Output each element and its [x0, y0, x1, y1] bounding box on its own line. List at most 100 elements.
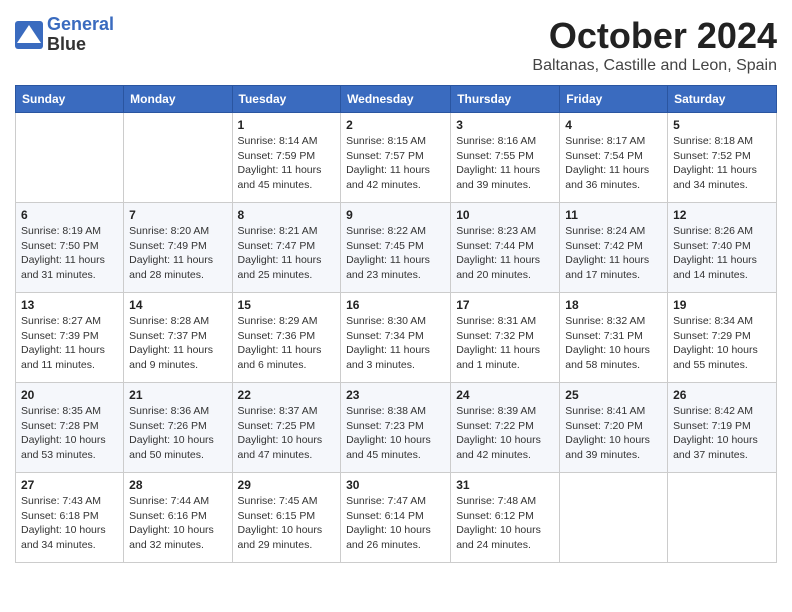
- day-info: Sunrise: 7:43 AM Sunset: 6:18 PM Dayligh…: [21, 494, 118, 553]
- calendar-cell: 28 Sunrise: 7:44 AM Sunset: 6:16 PM Dayli…: [124, 473, 232, 563]
- day-number: 17: [456, 298, 554, 312]
- calendar-cell: 17 Sunrise: 8:31 AM Sunset: 7:32 PM Dayli…: [451, 293, 560, 383]
- week-row-1: 1 Sunrise: 8:14 AM Sunset: 7:59 PM Daylig…: [16, 113, 777, 203]
- day-info: Sunrise: 8:19 AM Sunset: 7:50 PM Dayligh…: [21, 224, 118, 283]
- calendar-cell: 27 Sunrise: 7:43 AM Sunset: 6:18 PM Dayli…: [16, 473, 124, 563]
- week-row-2: 6 Sunrise: 8:19 AM Sunset: 7:50 PM Daylig…: [16, 203, 777, 293]
- calendar-cell: 18 Sunrise: 8:32 AM Sunset: 7:31 PM Dayli…: [560, 293, 668, 383]
- calendar-cell: [560, 473, 668, 563]
- calendar-cell: 4 Sunrise: 8:17 AM Sunset: 7:54 PM Daylig…: [560, 113, 668, 203]
- day-info: Sunrise: 8:15 AM Sunset: 7:57 PM Dayligh…: [346, 134, 445, 193]
- calendar-cell: 1 Sunrise: 8:14 AM Sunset: 7:59 PM Daylig…: [232, 113, 341, 203]
- day-info: Sunrise: 7:45 AM Sunset: 6:15 PM Dayligh…: [238, 494, 336, 553]
- day-number: 31: [456, 478, 554, 492]
- weekday-header-row: SundayMondayTuesdayWednesdayThursdayFrid…: [16, 86, 777, 113]
- day-info: Sunrise: 8:23 AM Sunset: 7:44 PM Dayligh…: [456, 224, 554, 283]
- day-info: Sunrise: 7:44 AM Sunset: 6:16 PM Dayligh…: [129, 494, 226, 553]
- day-info: Sunrise: 8:22 AM Sunset: 7:45 PM Dayligh…: [346, 224, 445, 283]
- calendar-cell: 6 Sunrise: 8:19 AM Sunset: 7:50 PM Daylig…: [16, 203, 124, 293]
- day-info: Sunrise: 8:14 AM Sunset: 7:59 PM Dayligh…: [238, 134, 336, 193]
- week-row-5: 27 Sunrise: 7:43 AM Sunset: 6:18 PM Dayli…: [16, 473, 777, 563]
- day-info: Sunrise: 8:24 AM Sunset: 7:42 PM Dayligh…: [565, 224, 662, 283]
- day-info: Sunrise: 8:35 AM Sunset: 7:28 PM Dayligh…: [21, 404, 118, 463]
- day-info: Sunrise: 8:38 AM Sunset: 7:23 PM Dayligh…: [346, 404, 445, 463]
- day-number: 13: [21, 298, 118, 312]
- calendar-cell: 29 Sunrise: 7:45 AM Sunset: 6:15 PM Dayli…: [232, 473, 341, 563]
- day-number: 20: [21, 388, 118, 402]
- calendar-cell: 20 Sunrise: 8:35 AM Sunset: 7:28 PM Dayli…: [16, 383, 124, 473]
- day-info: Sunrise: 8:21 AM Sunset: 7:47 PM Dayligh…: [238, 224, 336, 283]
- calendar-cell: [124, 113, 232, 203]
- day-info: Sunrise: 8:34 AM Sunset: 7:29 PM Dayligh…: [673, 314, 771, 373]
- calendar-cell: 14 Sunrise: 8:28 AM Sunset: 7:37 PM Dayli…: [124, 293, 232, 383]
- day-info: Sunrise: 8:16 AM Sunset: 7:55 PM Dayligh…: [456, 134, 554, 193]
- day-number: 21: [129, 388, 226, 402]
- calendar-cell: 26Sunrise: 8:42 AM Sunset: 7:19 PM Dayli…: [668, 383, 777, 473]
- day-number: 4: [565, 118, 662, 132]
- day-info: Sunrise: 8:32 AM Sunset: 7:31 PM Dayligh…: [565, 314, 662, 373]
- day-info: Sunrise: 8:30 AM Sunset: 7:34 PM Dayligh…: [346, 314, 445, 373]
- calendar-cell: 9Sunrise: 8:22 AM Sunset: 7:45 PM Daylig…: [341, 203, 451, 293]
- logo: General Blue: [15, 15, 114, 55]
- day-info: Sunrise: 7:47 AM Sunset: 6:14 PM Dayligh…: [346, 494, 445, 553]
- calendar-cell: 5 Sunrise: 8:18 AM Sunset: 7:52 PM Daylig…: [668, 113, 777, 203]
- weekday-header-tuesday: Tuesday: [232, 86, 341, 113]
- header: General Blue October 2024 Baltanas, Cast…: [15, 15, 777, 75]
- title-block: October 2024 Baltanas, Castille and Leon…: [532, 15, 777, 75]
- day-info: Sunrise: 8:41 AM Sunset: 7:20 PM Dayligh…: [565, 404, 662, 463]
- day-number: 23: [346, 388, 445, 402]
- day-number: 16: [346, 298, 445, 312]
- week-row-4: 20 Sunrise: 8:35 AM Sunset: 7:28 PM Dayli…: [16, 383, 777, 473]
- day-number: 28: [129, 478, 226, 492]
- calendar-cell: 7 Sunrise: 8:20 AM Sunset: 7:49 PM Daylig…: [124, 203, 232, 293]
- calendar-table: SundayMondayTuesdayWednesdayThursdayFrid…: [15, 85, 777, 563]
- calendar-cell: [16, 113, 124, 203]
- day-info: Sunrise: 8:18 AM Sunset: 7:52 PM Dayligh…: [673, 134, 771, 193]
- calendar-cell: 21Sunrise: 8:36 AM Sunset: 7:26 PM Dayli…: [124, 383, 232, 473]
- logo-icon: [15, 21, 43, 49]
- day-info: Sunrise: 8:17 AM Sunset: 7:54 PM Dayligh…: [565, 134, 662, 193]
- calendar-cell: 30Sunrise: 7:47 AM Sunset: 6:14 PM Dayli…: [341, 473, 451, 563]
- weekday-header-monday: Monday: [124, 86, 232, 113]
- day-info: Sunrise: 7:48 AM Sunset: 6:12 PM Dayligh…: [456, 494, 554, 553]
- calendar-cell: 3 Sunrise: 8:16 AM Sunset: 7:55 PM Daylig…: [451, 113, 560, 203]
- location-title: Baltanas, Castille and Leon, Spain: [532, 57, 777, 75]
- calendar-cell: 22 Sunrise: 8:37 AM Sunset: 7:25 PM Dayli…: [232, 383, 341, 473]
- day-number: 5: [673, 118, 771, 132]
- calendar-cell: 8Sunrise: 8:21 AM Sunset: 7:47 PM Daylig…: [232, 203, 341, 293]
- calendar-cell: 13 Sunrise: 8:27 AM Sunset: 7:39 PM Dayli…: [16, 293, 124, 383]
- day-info: Sunrise: 8:26 AM Sunset: 7:40 PM Dayligh…: [673, 224, 771, 283]
- weekday-header-wednesday: Wednesday: [341, 86, 451, 113]
- calendar-cell: 16 Sunrise: 8:30 AM Sunset: 7:34 PM Dayli…: [341, 293, 451, 383]
- logo-text: General Blue: [47, 15, 114, 55]
- day-info: Sunrise: 8:20 AM Sunset: 7:49 PM Dayligh…: [129, 224, 226, 283]
- day-number: 27: [21, 478, 118, 492]
- day-number: 14: [129, 298, 226, 312]
- day-info: Sunrise: 8:37 AM Sunset: 7:25 PM Dayligh…: [238, 404, 336, 463]
- weekday-header-saturday: Saturday: [668, 86, 777, 113]
- calendar-cell: 15 Sunrise: 8:29 AM Sunset: 7:36 PM Dayli…: [232, 293, 341, 383]
- weekday-header-sunday: Sunday: [16, 86, 124, 113]
- day-info: Sunrise: 8:31 AM Sunset: 7:32 PM Dayligh…: [456, 314, 554, 373]
- day-number: 22: [238, 388, 336, 402]
- calendar-cell: 10Sunrise: 8:23 AM Sunset: 7:44 PM Dayli…: [451, 203, 560, 293]
- day-number: 24: [456, 388, 554, 402]
- day-info: Sunrise: 8:28 AM Sunset: 7:37 PM Dayligh…: [129, 314, 226, 373]
- day-number: 12: [673, 208, 771, 222]
- day-number: 29: [238, 478, 336, 492]
- day-info: Sunrise: 8:29 AM Sunset: 7:36 PM Dayligh…: [238, 314, 336, 373]
- week-row-3: 13 Sunrise: 8:27 AM Sunset: 7:39 PM Dayli…: [16, 293, 777, 383]
- day-number: 7: [129, 208, 226, 222]
- day-info: Sunrise: 8:27 AM Sunset: 7:39 PM Dayligh…: [21, 314, 118, 373]
- day-number: 15: [238, 298, 336, 312]
- weekday-header-friday: Friday: [560, 86, 668, 113]
- day-number: 6: [21, 208, 118, 222]
- day-info: Sunrise: 8:42 AM Sunset: 7:19 PM Dayligh…: [673, 404, 771, 463]
- day-number: 19: [673, 298, 771, 312]
- day-number: 18: [565, 298, 662, 312]
- day-number: 25: [565, 388, 662, 402]
- calendar-cell: 25 Sunrise: 8:41 AM Sunset: 7:20 PM Dayli…: [560, 383, 668, 473]
- day-number: 1: [238, 118, 336, 132]
- day-number: 3: [456, 118, 554, 132]
- calendar-cell: 12 Sunrise: 8:26 AM Sunset: 7:40 PM Dayli…: [668, 203, 777, 293]
